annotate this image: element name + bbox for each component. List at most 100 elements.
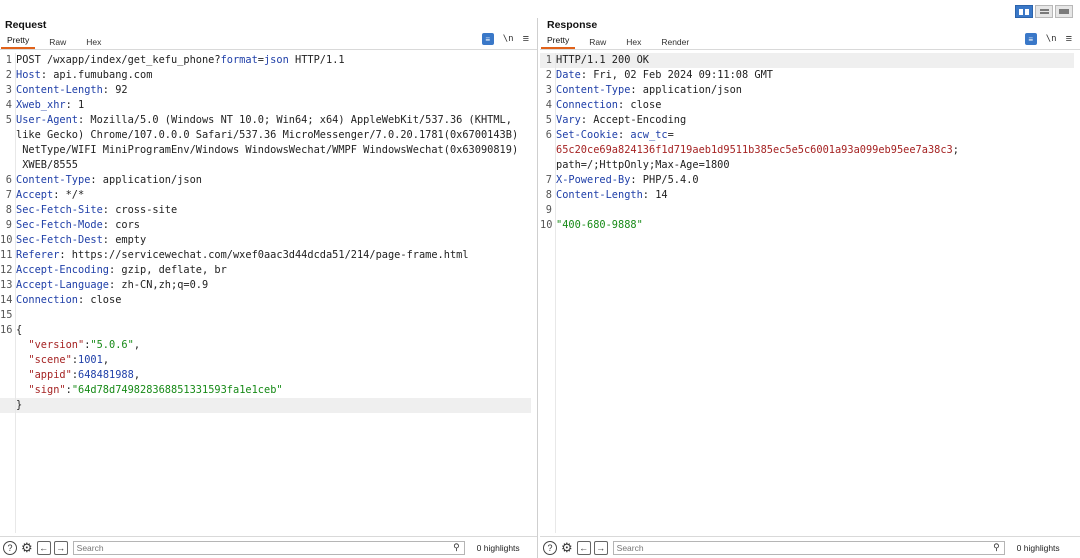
request-search-input[interactable] <box>76 542 464 553</box>
tab-request-raw[interactable]: Raw <box>43 36 72 49</box>
back-arrow-icon[interactable]: ← <box>576 540 591 555</box>
forward-arrow-icon[interactable]: → <box>593 540 608 555</box>
gear-icon[interactable]: ⚙ <box>21 541 33 554</box>
line-content: Sec-Fetch-Mode: cors <box>14 218 140 233</box>
tab-response-pretty[interactable]: Pretty <box>541 34 576 49</box>
code-token: Content-Type <box>16 174 91 186</box>
tab-request-hex[interactable]: Hex <box>80 36 107 49</box>
code-token: 65c20ce69a824136f1d719aeb1d9511b385ec5e5… <box>556 144 953 156</box>
code-line: 2 Date: Fri, 02 Feb 2024 09:11:08 GMT <box>540 68 1080 83</box>
code-token: 1001 <box>78 354 103 366</box>
line-number <box>0 353 14 368</box>
line-number: 8 <box>545 189 552 201</box>
line-content: path=/;HttpOnly;Max-Age=1800 <box>554 158 730 173</box>
menu-icon[interactable]: ≡ <box>523 33 529 45</box>
word-wrap-icon[interactable]: ≡ <box>481 33 494 45</box>
code-token: : 14 <box>642 189 668 201</box>
code-line: 3 Content-Type: application/json <box>540 83 1080 98</box>
code-line: 7 Accept: */* <box>0 188 537 203</box>
tab-response-raw[interactable]: Raw <box>583 36 612 49</box>
code-token: : application/json <box>630 84 742 96</box>
code-token: Sec-Fetch-Dest <box>16 234 103 246</box>
tab-response-hex[interactable]: Hex <box>620 36 647 49</box>
show-newlines-button[interactable]: \n <box>1046 34 1057 44</box>
code-line: "sign":"64d78d749828368851331593fa1e1ceb… <box>0 383 537 398</box>
code-line: 11 Referer: https://servicewechat.com/wxe… <box>0 248 537 263</box>
code-token: Date <box>556 69 581 81</box>
code-token: Host <box>16 69 41 81</box>
line-number: 9 <box>5 219 12 231</box>
line-content: Sec-Fetch-Dest: empty <box>14 233 146 248</box>
code-token: Sec-Fetch-Mode <box>16 219 103 231</box>
word-wrap-icon[interactable]: ≡ <box>1024 33 1037 45</box>
gutter-divider <box>555 53 556 533</box>
line-number <box>0 383 14 398</box>
code-token: format <box>220 54 258 66</box>
code-token: Content-Length <box>556 189 643 201</box>
code-token: "64d78d749828368851331593fa1e1ceb" <box>71 384 283 396</box>
gear-icon[interactable]: ⚙ <box>561 541 573 554</box>
line-number: 4 <box>5 99 12 111</box>
line-number: 3 <box>545 84 552 96</box>
line-number: 10 <box>0 234 13 246</box>
column-icon <box>1019 8 1023 15</box>
help-icon[interactable]: ? <box>543 540 557 555</box>
code-token: : Mozilla/5.0 (Windows NT 10.0; Win64; x… <box>78 114 512 126</box>
line-content: Host: api.fumubang.com <box>14 68 152 83</box>
line-content: "400-680-9888" <box>554 218 643 233</box>
show-newlines-button[interactable]: \n <box>503 34 514 44</box>
layout-stacked-button[interactable] <box>1035 5 1053 18</box>
line-content: "version":"5.0.6", <box>14 338 140 353</box>
forward-arrow-icon[interactable]: → <box>53 540 68 555</box>
code-token: POST /wxapp/index/get_kefu_phone? <box>16 54 221 66</box>
line-number: 3 <box>5 84 12 96</box>
help-icon[interactable]: ? <box>3 540 17 555</box>
response-search-field[interactable]: ⚲ <box>612 540 1005 555</box>
code-line: 9 Sec-Fetch-Mode: cors <box>0 218 537 233</box>
code-token: : PHP/5.4.0 <box>630 174 699 186</box>
code-token: : close <box>78 294 122 306</box>
code-line: 10 Sec-Fetch-Dest: empty <box>0 233 537 248</box>
line-number: 9 <box>545 204 552 216</box>
line-content: Referer: https://servicewechat.com/wxef0… <box>14 248 469 263</box>
code-token: like Gecko) Chrome/107.0.0.0 Safari/537.… <box>16 129 519 141</box>
code-line: 4 Xweb_xhr: 1 <box>0 98 537 113</box>
line-number <box>0 338 14 353</box>
code-token: acw_tc <box>630 129 668 141</box>
request-search-field[interactable]: ⚲ <box>72 540 465 555</box>
code-token: : api.fumubang.com <box>40 69 153 81</box>
single-pane-icon <box>1059 9 1069 14</box>
tab-response-render[interactable]: Render <box>655 36 695 49</box>
line-number: 5 <box>5 114 12 126</box>
line-content: POST /wxapp/index/get_kefu_phone?format=… <box>14 53 345 68</box>
code-token: : Fri, 02 Feb 2024 09:11:08 GMT <box>580 69 773 81</box>
code-line: 6 Content-Type: application/json <box>0 173 537 188</box>
code-token: : gzip, deflate, br <box>109 264 227 276</box>
menu-icon[interactable]: ≡ <box>1066 33 1072 45</box>
back-arrow-icon[interactable]: ← <box>36 540 51 555</box>
line-content: Sec-Fetch-Site: cross-site <box>14 203 177 218</box>
tab-request-pretty[interactable]: Pretty <box>1 34 36 49</box>
line-number: 7 <box>545 174 552 186</box>
code-token: = <box>667 129 674 141</box>
layout-side-by-side-button[interactable] <box>1015 5 1033 18</box>
code-line: 12 Accept-Encoding: gzip, deflate, br <box>0 263 537 278</box>
code-line: 8 Sec-Fetch-Site: cross-site <box>0 203 537 218</box>
code-token: Connection <box>16 294 78 306</box>
line-content: Accept: */* <box>14 188 84 203</box>
code-line: 65c20ce69a824136f1d719aeb1d9511b385ec5e5… <box>540 143 1080 158</box>
code-line: 7 X-Powered-By: PHP/5.4.0 <box>540 173 1080 188</box>
response-title: Response <box>547 19 598 31</box>
code-token: : 1 <box>65 99 85 111</box>
code-line: like Gecko) Chrome/107.0.0.0 Safari/537.… <box>0 128 537 143</box>
response-editor[interactable]: 1 HTTP/1.1 200 OK 2 Date: Fri, 02 Feb 2024 … <box>540 53 1080 533</box>
response-search-input[interactable] <box>616 542 1004 553</box>
line-number <box>0 158 14 173</box>
code-token: Connection <box>556 99 618 111</box>
code-line: 1 POST /wxapp/index/get_kefu_phone?format… <box>0 53 537 68</box>
layout-single-button[interactable] <box>1055 5 1073 18</box>
request-editor[interactable]: 1 POST /wxapp/index/get_kefu_phone?format… <box>0 53 537 533</box>
search-icon: ⚲ <box>993 541 1000 552</box>
line-number: 11 <box>0 249 13 261</box>
gutter-divider <box>15 53 16 533</box>
